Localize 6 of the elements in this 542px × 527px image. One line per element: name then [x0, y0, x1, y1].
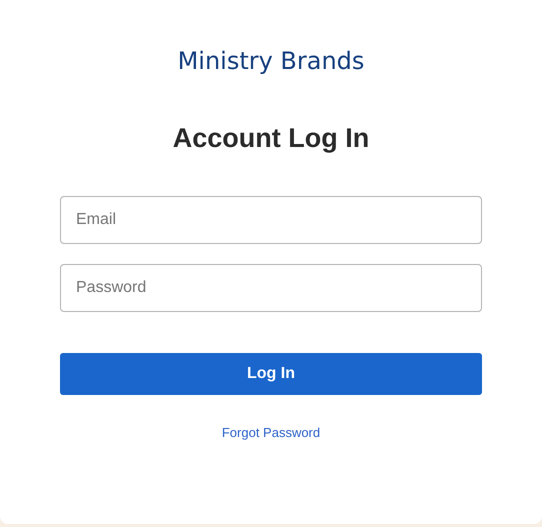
- forgot-password-link[interactable]: Forgot Password: [222, 425, 320, 440]
- input-field[interactable]: Password: [60, 264, 482, 312]
- page-title: Account Log In: [172, 122, 370, 155]
- login-button[interactable]: Log In: [60, 353, 482, 395]
- logo: Ministry Brands: [178, 46, 364, 77]
- input-field[interactable]: Email: [60, 196, 482, 244]
